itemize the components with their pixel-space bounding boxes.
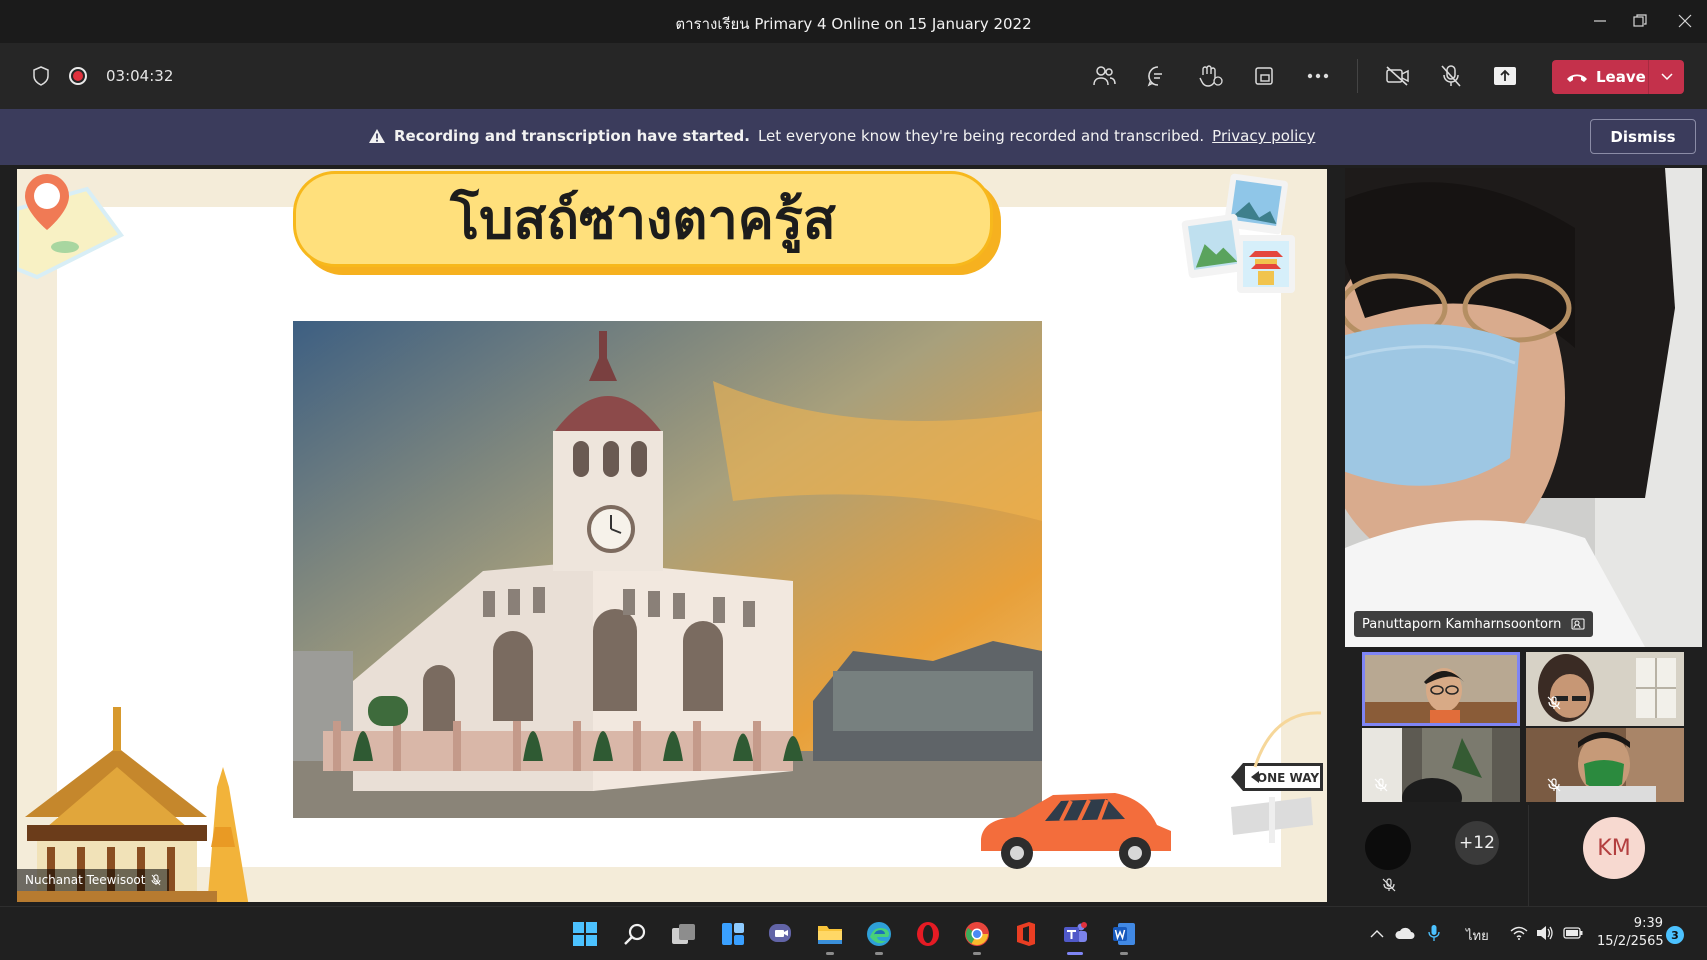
more-icon[interactable] — [1303, 61, 1333, 91]
people-icon[interactable] — [1089, 61, 1119, 91]
search-icon[interactable] — [618, 918, 652, 950]
opera-icon[interactable] — [911, 918, 945, 950]
slide-title-banner: โบสถ์ซางตาครู้ส — [293, 171, 993, 267]
minimize-icon — [1594, 20, 1606, 22]
notification-badge[interactable]: 3 — [1666, 926, 1684, 944]
windows-start-icon[interactable] — [568, 918, 602, 950]
dismiss-button[interactable]: Dismiss — [1590, 119, 1696, 154]
camera-off-icon[interactable] — [1383, 61, 1413, 91]
more-participants-button[interactable]: +12 — [1455, 821, 1499, 865]
battery-icon[interactable] — [1563, 926, 1583, 940]
teams-chat-icon[interactable] — [764, 918, 798, 950]
participant-tile-2[interactable] — [1526, 652, 1684, 726]
road-curve-decoration — [1253, 711, 1322, 768]
presenter-name: Nuchanat Teewisoot — [25, 873, 146, 887]
presenter-name-tag: Nuchanat Teewisoot — [17, 869, 170, 891]
edge-icon[interactable] — [862, 918, 896, 955]
microphone-icon[interactable] — [1428, 924, 1440, 942]
participant-overflow-row: +12 KM — [1345, 805, 1702, 906]
input-language[interactable]: ไทย — [1466, 925, 1489, 946]
shared-slide: โบสถ์ซางตาครู้ส ONE WAY Nuchanat Teewiso… — [17, 169, 1327, 902]
running-indicator — [1120, 952, 1128, 955]
task-view-icon[interactable] — [667, 918, 701, 950]
widgets-icon[interactable] — [716, 918, 750, 950]
volume-icon[interactable] — [1536, 925, 1554, 941]
teams-icon[interactable] — [1058, 918, 1092, 955]
restore-icon — [1633, 14, 1647, 27]
system-clock[interactable]: 9:39 15/2/2565 — [1597, 915, 1664, 951]
one-way-sign-text: ONE WAY — [1257, 771, 1319, 785]
featured-participant-name-tag: Panuttaporn Kamharnsoontorn — [1354, 611, 1594, 637]
clock-time: 9:39 — [1633, 916, 1663, 931]
clock-date: 15/2/2565 — [1597, 934, 1664, 949]
react-icon[interactable] — [1196, 61, 1226, 91]
toolbar-divider — [1357, 59, 1358, 93]
leave-options-button[interactable] — [1649, 73, 1684, 81]
banner-text: Let everyone know they're being recorded… — [757, 127, 1205, 145]
warning-icon — [369, 129, 385, 143]
banner-bold-text: Recording and transcription have started… — [394, 127, 750, 145]
running-indicator — [875, 952, 883, 955]
map-decoration — [17, 174, 125, 280]
meeting-timer: 03:04:32 — [106, 67, 174, 85]
row-divider — [1528, 805, 1529, 906]
recording-banner: Recording and transcription have started… — [0, 109, 1707, 165]
mic-off-icon — [1382, 878, 1396, 892]
leave-label: Leave — [1596, 68, 1646, 86]
minimize-button[interactable] — [1582, 8, 1618, 34]
close-button[interactable] — [1667, 8, 1703, 34]
office-icon[interactable] — [1009, 918, 1043, 950]
chevron-up-icon[interactable] — [1370, 929, 1384, 938]
participant-initials-avatar[interactable]: KM — [1583, 817, 1645, 879]
photo-cards-decoration — [1181, 173, 1295, 293]
leave-button[interactable]: Leave — [1552, 60, 1684, 94]
featured-participant-name: Panuttaporn Kamharnsoontorn — [1362, 616, 1562, 632]
window-title: ตารางเรียน Primary 4 Online on 15 Januar… — [675, 15, 1032, 33]
participant-tile-4[interactable] — [1526, 728, 1684, 802]
street-sign-decoration — [1231, 797, 1313, 843]
participant-avatar[interactable] — [1365, 824, 1411, 870]
running-indicator — [973, 952, 981, 955]
restore-button[interactable] — [1622, 8, 1658, 34]
participant-tile-1[interactable] — [1362, 652, 1520, 726]
privacy-policy-link[interactable]: Privacy policy — [1212, 127, 1315, 145]
windows-taskbar: ไทย 9:39 15/2/2565 3 — [0, 906, 1707, 960]
church-photo — [293, 321, 1042, 818]
hang-up-icon — [1567, 74, 1587, 82]
recording-icon — [69, 67, 87, 85]
file-explorer-icon[interactable] — [813, 918, 847, 955]
car-decoration — [981, 793, 1171, 869]
meeting-toolbar: 03:04:32 Leave — [0, 43, 1707, 109]
teams-meeting-window: ตารางเรียน Primary 4 Online on 15 Januar… — [0, 0, 1707, 960]
mic-off-icon — [1547, 696, 1561, 710]
meeting-stage: โบสถ์ซางตาครู้ส ONE WAY Nuchanat Teewiso… — [0, 165, 1707, 906]
pin-icon[interactable] — [1571, 618, 1585, 630]
rooms-icon[interactable] — [1249, 61, 1279, 91]
share-icon[interactable] — [1490, 61, 1520, 91]
participant-tile-3[interactable] — [1362, 728, 1520, 802]
mic-off-icon — [1374, 778, 1388, 792]
banner-message: Recording and transcription have started… — [368, 127, 1315, 145]
leave-main[interactable]: Leave — [1552, 60, 1648, 94]
title-bar: ตารางเรียน Primary 4 Online on 15 Januar… — [0, 0, 1707, 43]
mic-off-icon — [151, 874, 161, 886]
mic-off-icon — [1547, 778, 1561, 792]
chevron-down-icon — [1660, 73, 1673, 81]
wifi-icon[interactable] — [1510, 926, 1528, 940]
active-app-indicator — [1067, 952, 1083, 955]
slide-title: โบสถ์ซางตาครู้ส — [450, 187, 836, 251]
chat-icon[interactable] — [1143, 61, 1173, 91]
chrome-icon[interactable] — [960, 918, 994, 955]
close-icon — [1678, 14, 1692, 28]
mic-off-icon[interactable] — [1436, 61, 1466, 91]
featured-participant-video[interactable] — [1345, 168, 1702, 647]
running-indicator — [826, 952, 834, 955]
onedrive-icon[interactable] — [1395, 927, 1415, 940]
shield-icon[interactable] — [26, 61, 56, 91]
word-icon[interactable] — [1107, 918, 1141, 955]
